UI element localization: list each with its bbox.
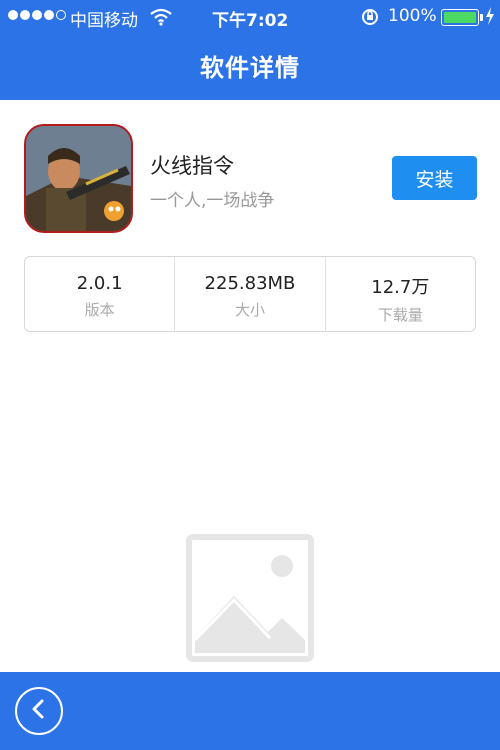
stat-label: 大小: [234, 301, 265, 319]
app-header: 火线指令 一个人,一场战争 安装: [24, 124, 477, 234]
signal-strength-icon: [8, 10, 66, 20]
carrier-name: 中国移动: [70, 11, 138, 31]
charging-icon: [485, 6, 495, 30]
stat-size: 225.83MB 大小: [175, 257, 326, 331]
app-subtitle: 一个人,一场战争: [150, 191, 275, 211]
game-icon: [24, 124, 133, 233]
stat-label: 下载量: [377, 306, 423, 324]
back-button[interactable]: [15, 687, 63, 735]
page-title: 软件详情: [200, 54, 300, 82]
install-button[interactable]: 安装: [392, 156, 477, 200]
chevron-left-icon: [29, 697, 49, 725]
rotation-lock-icon: [360, 7, 380, 32]
stat-value: 2.0.1: [76, 273, 123, 294]
bottom-bar: [0, 672, 500, 750]
app-stats: 2.0.1 版本 225.83MB 大小 12.7万 下载量: [24, 256, 476, 332]
stat-value: 225.83MB: [204, 273, 296, 294]
image-placeholder-icon: [186, 534, 314, 662]
stat-version: 2.0.1 版本: [25, 257, 176, 331]
stat-label: 版本: [84, 301, 115, 319]
battery-icon: [441, 9, 479, 26]
stat-value: 12.7万: [371, 277, 430, 298]
status-bar: 中国移动 下午7:02 100%: [0, 0, 500, 34]
battery-percent: 100%: [388, 6, 437, 26]
clock: 下午7:02: [212, 11, 289, 31]
top-bar: 中国移动 下午7:02 100% 软件详情: [0, 0, 500, 100]
stat-downloads: 12.7万 下载量: [326, 257, 475, 331]
app-name: 火线指令: [150, 154, 234, 178]
wifi-icon: [150, 8, 172, 31]
